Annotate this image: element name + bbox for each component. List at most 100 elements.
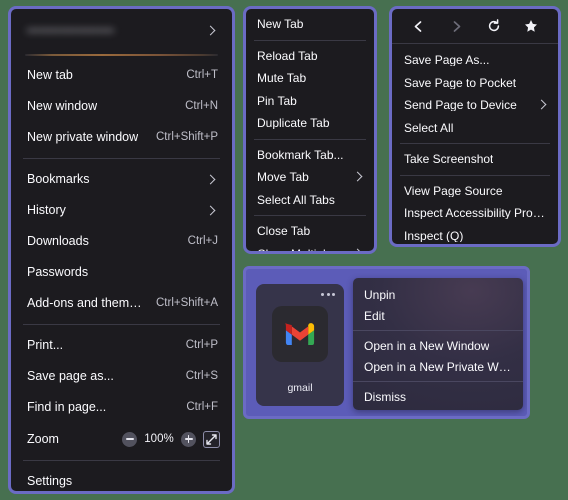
- menu-item-downloads[interactable]: Downloads Ctrl+J: [11, 226, 232, 257]
- menu-item-inspect-q[interactable]: Inspect (Q): [392, 225, 558, 245]
- tab-context-menu-panel: New Tab Reload Tab Mute Tab Pin Tab Duplicat…: [243, 6, 377, 254]
- menu-item-label: Save Page to Pocket: [404, 76, 517, 89]
- tab-menu-rows: New Tab Reload Tab Mute Tab Pin Tab Duplicat…: [246, 9, 374, 251]
- menu-item-shortcut: Ctrl+J: [187, 234, 218, 247]
- menu-item-find-in-page[interactable]: Find in page... Ctrl+F: [11, 392, 232, 423]
- zoom-label: Zoom: [27, 432, 59, 446]
- account-row[interactable]: •••••••••••••••••••••: [11, 12, 232, 50]
- menu-item-open-in-a-new-window[interactable]: Open in a New Window: [353, 335, 523, 356]
- tile-label: gmail: [287, 382, 313, 394]
- menu-item-print[interactable]: Print... Ctrl+P: [11, 330, 232, 361]
- menu-item-reload-tab[interactable]: Reload Tab: [246, 45, 374, 68]
- menu-item-label: New private window: [27, 131, 139, 144]
- menu-item-take-screenshot[interactable]: Take Screenshot: [392, 148, 558, 171]
- menu-item-new-private-window[interactable]: New private window Ctrl+Shift+P: [11, 122, 232, 153]
- menu-item-new-tab[interactable]: New tab Ctrl+T: [11, 60, 232, 91]
- menu-item-save-page-as[interactable]: Save page as... Ctrl+S: [11, 361, 232, 392]
- chevron-right-icon: [351, 170, 365, 184]
- menu-item-label: Add-ons and themes: [27, 297, 142, 310]
- page-menu-rows: Save Page As... Save Page to Pocket Send P…: [392, 44, 558, 245]
- bookmark-star-icon[interactable]: [520, 15, 542, 37]
- menu-item-close-multiple-tabs[interactable]: Close Multiple Tabs: [246, 243, 374, 251]
- menu-item-label: Pin Tab: [257, 94, 297, 107]
- tile-context-menu: Unpin Edit Open in a New Window Open in a N…: [353, 278, 523, 410]
- menu-separator: [353, 330, 523, 331]
- menu-item-label: Open in a New Private Window: [364, 360, 513, 373]
- chevron-right-icon: [204, 24, 218, 38]
- menu-item-select-all[interactable]: Select All: [392, 117, 558, 140]
- menu-item-save-page-as[interactable]: Save Page As...: [392, 49, 558, 72]
- menu-item-pin-tab[interactable]: Pin Tab: [246, 90, 374, 113]
- chevron-right-icon: [351, 247, 365, 251]
- menu-item-label: New window: [27, 100, 98, 113]
- menu-item-bookmarks[interactable]: Bookmarks: [11, 164, 232, 195]
- menu-item-view-page-source[interactable]: View Page Source: [392, 180, 558, 203]
- menu-item-bookmark-tab[interactable]: Bookmark Tab...: [246, 144, 374, 167]
- menu-item-label: Take Screenshot: [404, 153, 494, 166]
- menu-item-dismiss[interactable]: Dismiss: [353, 386, 523, 407]
- menu-separator: [254, 39, 366, 41]
- menu-item-shortcut: Ctrl+Shift+A: [156, 296, 218, 309]
- menu-item-settings[interactable]: Settings: [11, 466, 232, 491]
- menu-item-shortcut: Ctrl+T: [186, 68, 218, 81]
- account-email-redacted: •••••••••••••••••••••: [27, 25, 115, 37]
- menu-item-inspect-accessibility-properties[interactable]: Inspect Accessibility Properties: [392, 202, 558, 225]
- menu-item-history[interactable]: History: [11, 195, 232, 226]
- menu-item-new-window[interactable]: New window Ctrl+N: [11, 91, 232, 122]
- menu-item-edit[interactable]: Edit: [353, 305, 523, 326]
- pinned-tile-panel: gmail Unpin Edit Open in a New Window Open …: [243, 266, 530, 419]
- menu-separator: [254, 215, 366, 216]
- menu-item-add-ons-and-themes[interactable]: Add-ons and themes Ctrl+Shift+A: [11, 288, 232, 319]
- menu-item-select-all-tabs[interactable]: Select All Tabs: [246, 189, 374, 212]
- menu-item-label: Select All: [404, 121, 454, 134]
- menu-item-save-page-to-pocket[interactable]: Save Page to Pocket: [392, 72, 558, 95]
- menu-item-label: Close Multiple Tabs: [257, 248, 351, 251]
- back-icon[interactable]: [408, 15, 430, 37]
- page-context-menu-panel: Save Page As... Save Page to Pocket Send P…: [389, 6, 561, 247]
- menu-item-send-page-to-device[interactable]: Send Page to Device: [392, 94, 558, 117]
- app-menu-rows: New tab Ctrl+T New window Ctrl+N New private…: [11, 58, 232, 491]
- menu-item-open-in-a-new-private-window[interactable]: Open in a New Private Window: [353, 356, 523, 377]
- menu-item-shortcut: Ctrl+F: [186, 400, 218, 413]
- menu-item-label: History: [27, 204, 66, 217]
- pinned-tile-gmail[interactable]: gmail: [256, 284, 344, 406]
- menu-item-passwords[interactable]: Passwords: [11, 257, 232, 288]
- menu-item-unpin[interactable]: Unpin: [353, 284, 523, 305]
- menu-item-label: Mute Tab: [257, 72, 307, 85]
- menu-separator: [23, 324, 220, 325]
- zoom-out-icon[interactable]: [122, 431, 137, 447]
- menu-item-label: Downloads: [27, 235, 89, 248]
- menu-item-label: Print...: [27, 339, 64, 352]
- zoom-row: Zoom 100%: [11, 423, 232, 455]
- page-menu-navbar: [392, 9, 558, 44]
- menu-separator: [254, 138, 366, 140]
- menu-item-label: Select All Tabs: [257, 193, 335, 206]
- fullscreen-icon[interactable]: [203, 430, 220, 448]
- menu-item-label: Move Tab: [257, 171, 309, 184]
- menu-item-label: Bookmarks: [27, 173, 90, 186]
- menu-item-label: Open in a New Window: [364, 339, 490, 352]
- forward-icon: [445, 15, 467, 37]
- tile-more-dots-icon[interactable]: [321, 293, 335, 296]
- menu-separator: [23, 460, 220, 461]
- menu-item-shortcut: Ctrl+P: [185, 338, 218, 351]
- menu-separator: [400, 174, 550, 176]
- menu-item-label: Inspect Accessibility Properties: [404, 207, 549, 220]
- menu-item-new-tab[interactable]: New Tab: [246, 13, 374, 36]
- menu-separator: [400, 143, 550, 144]
- menu-item-label: Reload Tab: [257, 49, 318, 62]
- menu-separator: [23, 158, 220, 159]
- menu-item-label: Find in page...: [27, 401, 107, 414]
- menu-item-delete-from-history[interactable]: Delete from History: [353, 407, 523, 410]
- menu-item-mute-tab[interactable]: Mute Tab: [246, 67, 374, 90]
- menu-item-move-tab[interactable]: Move Tab: [246, 166, 374, 189]
- menu-item-label: Unpin: [364, 288, 396, 301]
- reload-icon[interactable]: [483, 15, 505, 37]
- tile-menu-rows: Unpin Edit Open in a New Window Open in a N…: [353, 278, 523, 410]
- menu-item-duplicate-tab[interactable]: Duplicate Tab: [246, 112, 374, 135]
- menu-item-label: Settings: [27, 475, 73, 488]
- menu-item-close-tab[interactable]: Close Tab: [246, 220, 374, 243]
- menu-item-label: View Page Source: [404, 184, 503, 197]
- menu-item-label: Save Page As...: [404, 54, 490, 67]
- zoom-in-icon[interactable]: [181, 431, 196, 447]
